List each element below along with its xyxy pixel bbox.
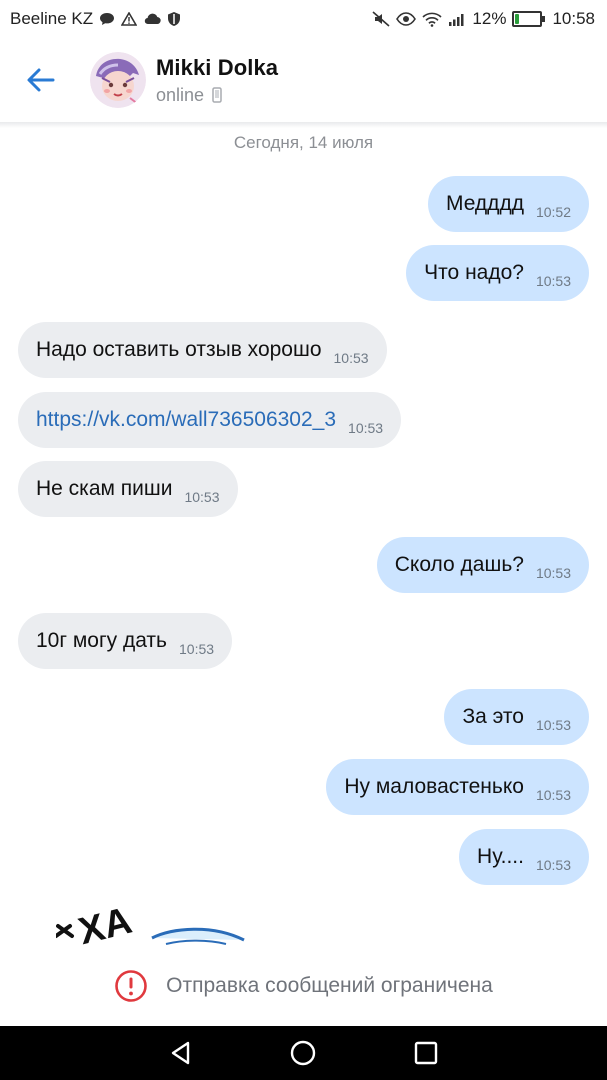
warning-icon [121,12,138,26]
message-text: Ну маловастенько [344,775,524,798]
message-time: 10:53 [535,717,571,733]
nav-home-button[interactable] [283,1033,323,1073]
message-time: 10:53 [348,420,384,436]
battery-percent: 12% [472,9,507,28]
message-bubble-incoming[interactable]: 10г могу дать 10:53 [18,613,233,669]
contact-status: online [156,85,278,106]
square-recents-icon [414,1041,438,1065]
message-text: Что надо? [424,261,524,284]
date-separator: Сегодня, 14 июля [233,133,374,152]
message-time: 10:53 [535,787,571,803]
online-status-label: online [156,84,205,105]
back-button[interactable] [0,38,82,122]
battery-fill [515,14,520,24]
message-link[interactable]: https://vk.com/wall736506302_3 [36,408,336,432]
message-time: 10:53 [179,641,215,657]
message-bubble-incoming[interactable]: Надо оставить отзыв хорошо 10:53 [18,322,387,378]
message-bubble-outgoing[interactable]: Что надо? 10:53 [406,245,589,301]
triangle-back-icon [171,1041,190,1065]
status-bar: Beeline KZ 12% 10:58 [0,0,607,38]
input-restricted-bar: Отправка сообщений ограничена [0,946,607,1026]
sticker-message[interactable]: ХА [56,890,256,946]
message-time: 10:53 [535,857,571,873]
message-bubble-outgoing[interactable]: Медддд 10:52 [427,176,589,232]
message-time: 10:53 [333,350,369,366]
chat-header: Mikki Dolka online [0,38,607,122]
message-text: За это [462,705,524,728]
avatar[interactable] [90,52,146,108]
signal-icon [448,12,466,26]
system-nav-bar [0,1026,607,1080]
battery-icon [512,11,546,27]
circle-home-icon [291,1040,316,1066]
arrow-left-icon [27,68,55,92]
shield-icon [167,11,181,27]
contact-name: Mikki Dolka [156,54,279,80]
alert-circle-icon [115,970,147,1002]
status-bar-right: 12% 10:58 [372,9,595,29]
message-text: Не скам пиши [36,477,173,500]
message-bubble-outgoing[interactable]: Ну.... 10:53 [459,829,589,885]
mute-icon [372,11,390,27]
message-time: 10:53 [184,489,220,505]
message-text: 10г могу дать [36,629,167,652]
nav-back-button[interactable] [161,1033,201,1073]
message-bubble-outgoing[interactable]: За это 10:53 [444,689,589,745]
contact-info[interactable]: Mikki Dolka online [156,55,278,106]
message-bubble-outgoing[interactable]: Ну маловастенько 10:53 [326,759,589,815]
mobile-phone-icon [212,87,222,103]
message-time: 10:53 [535,565,571,581]
message-text: Надо оставить отзыв хорошо [36,338,322,361]
message-bubble-incoming[interactable]: https://vk.com/wall736506302_3 10:53 [18,392,402,448]
restricted-message: Отправка сообщений ограничена [166,974,493,997]
message-time: 10:52 [535,204,571,220]
clock: 10:58 [552,9,595,28]
message-text: Медддд [445,192,524,215]
chat-bubble-icon [99,12,115,26]
status-bar-left: Beeline KZ [10,9,181,29]
eye-icon [396,12,417,26]
message-text: Сколо дашь? [394,553,524,576]
message-bubble-incoming[interactable]: Не скам пиши 10:53 [18,461,238,517]
nav-recents-button[interactable] [406,1033,446,1073]
message-text: Ну.... [477,845,524,868]
message-bubble-outgoing[interactable]: Сколо дашь? 10:53 [376,537,589,593]
cloud-icon [143,13,161,25]
carrier-label: Beeline KZ [10,9,94,28]
message-time: 10:53 [535,273,571,289]
wifi-icon [422,12,442,27]
header-divider [0,122,607,128]
sticker-text: ХА [75,900,136,946]
